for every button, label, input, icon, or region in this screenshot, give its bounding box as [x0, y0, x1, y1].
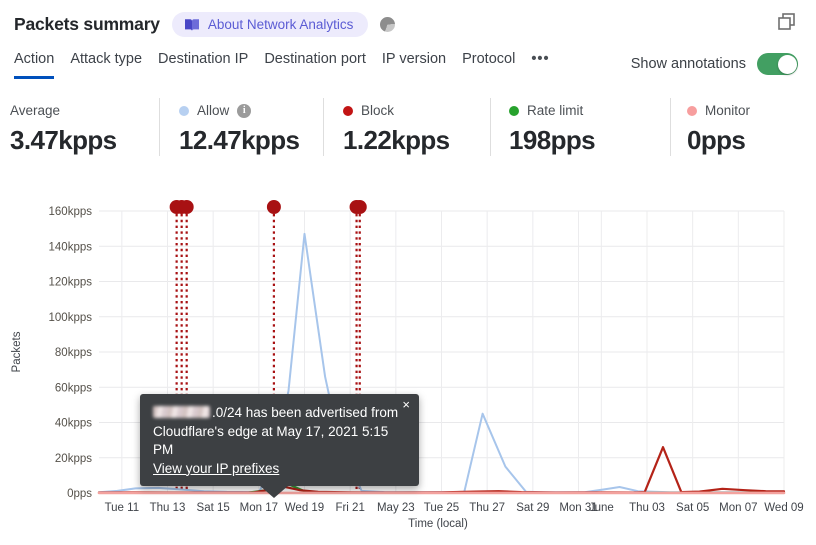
packets-summary-panel: 0pps 20kpps 40kpps 60kpps 80kpps 100kpps 120kp…	[0, 0, 816, 545]
stat-rate-limit-label: Rate limit	[527, 103, 584, 118]
annotations-control: Show annotations	[631, 53, 798, 75]
redacted-ip-prefix	[153, 406, 210, 418]
svg-text:Time (local): Time (local)	[408, 518, 468, 530]
stat-rate-limit-value: 198pps	[509, 125, 596, 155]
pie-icon[interactable]	[380, 17, 396, 32]
tab-action[interactable]: Action	[14, 51, 55, 79]
block-dot	[343, 105, 353, 116]
svg-text:Thu 13: Thu 13	[150, 502, 186, 514]
view-ip-prefixes-link[interactable]: View your IP prefixes	[153, 461, 279, 476]
legend-item-block[interactable]: Block	[343, 103, 490, 118]
stat-monitor-value: 0pps	[687, 125, 746, 155]
tab-ip-version[interactable]: IP version	[382, 51, 446, 79]
stat-monitor-label: Monitor	[705, 103, 751, 118]
book-icon	[184, 18, 200, 32]
svg-text:140kpps: 140kpps	[49, 241, 93, 253]
tooltip-line1: .0/24 has been advertised from	[153, 404, 405, 423]
about-badge-label: About Network Analytics	[207, 17, 354, 32]
stat-average-label: Average	[10, 103, 61, 118]
stat-block: Block 1.22kpps	[323, 98, 490, 156]
close-icon[interactable]: ×	[402, 398, 410, 412]
svg-text:160kpps: 160kpps	[49, 206, 93, 218]
stat-allow-label: Allow	[197, 103, 230, 118]
tooltip-caret	[259, 485, 289, 498]
svg-text:Thu 03: Thu 03	[629, 502, 665, 514]
page-header: Packets summary About Network Analytics	[14, 12, 396, 37]
svg-text:Packets: Packets	[11, 331, 23, 372]
svg-text:May 23: May 23	[377, 502, 415, 514]
legend-item-monitor[interactable]: Monitor	[687, 103, 816, 118]
svg-text:Tue 25: Tue 25	[424, 502, 459, 514]
dimension-tabs: Action Attack type Destination IP Destin…	[14, 51, 550, 79]
tab-destination-ip[interactable]: Destination IP	[158, 51, 248, 79]
svg-text:20kpps: 20kpps	[55, 453, 92, 465]
svg-text:June: June	[589, 502, 614, 514]
svg-text:Sat 29: Sat 29	[516, 502, 549, 514]
svg-text:0pps: 0pps	[67, 488, 92, 500]
svg-text:Sat 15: Sat 15	[197, 502, 230, 514]
show-annotations-toggle[interactable]	[757, 53, 798, 75]
svg-text:120kpps: 120kpps	[49, 277, 93, 289]
svg-text:Mon 07: Mon 07	[719, 502, 757, 514]
stat-block-label: Block	[361, 103, 395, 118]
legend-item-rate-limit[interactable]: Rate limit	[509, 103, 670, 118]
svg-text:40kpps: 40kpps	[55, 418, 92, 430]
svg-text:Tue 11: Tue 11	[105, 502, 140, 514]
stat-rate-limit: Rate limit 198pps	[490, 98, 670, 156]
stat-allow: Allow i 12.47kpps	[159, 98, 323, 156]
show-annotations-label: Show annotations	[630, 56, 746, 72]
stats-row: Average 3.47kpps Allow i 12.47kpps Block…	[0, 98, 816, 156]
stat-average: Average 3.47kpps	[0, 98, 159, 156]
svg-text:100kpps: 100kpps	[49, 312, 93, 324]
stat-average-value: 3.47kpps	[10, 125, 117, 155]
page-title: Packets summary	[14, 14, 160, 34]
svg-text:Thu 27: Thu 27	[469, 502, 505, 514]
tooltip-line2: Cloudflare's edge at May 17, 2021 5:15 P…	[153, 423, 389, 458]
tab-attack-type[interactable]: Attack type	[70, 51, 142, 79]
more-tabs-icon[interactable]: •••	[531, 51, 549, 79]
svg-text:Mon 17: Mon 17	[240, 502, 278, 514]
toggle-knob	[777, 54, 797, 74]
tab-protocol[interactable]: Protocol	[462, 51, 515, 79]
stat-allow-value: 12.47kpps	[179, 125, 300, 155]
stat-monitor: Monitor 0pps	[670, 98, 816, 156]
copy-window-icon[interactable]	[777, 12, 796, 31]
svg-text:Sat 05: Sat 05	[676, 502, 709, 514]
stat-block-value: 1.22kpps	[343, 125, 450, 155]
svg-text:Wed 09: Wed 09	[764, 502, 803, 514]
annotation-tooltip: × .0/24 has been advertised from Cloudfl…	[140, 394, 419, 498]
svg-text:Wed 19: Wed 19	[285, 502, 324, 514]
svg-text:80kpps: 80kpps	[55, 347, 92, 359]
info-icon[interactable]: i	[237, 103, 252, 118]
svg-text:60kpps: 60kpps	[55, 382, 92, 394]
monitor-dot	[687, 105, 697, 116]
allow-dot	[179, 105, 189, 116]
svg-text:Fri 21: Fri 21	[335, 502, 364, 514]
rate-limit-dot	[509, 105, 519, 116]
tab-destination-port[interactable]: Destination port	[264, 51, 366, 79]
legend-item-allow[interactable]: Allow i	[179, 103, 323, 118]
about-network-analytics-badge[interactable]: About Network Analytics	[171, 12, 369, 37]
